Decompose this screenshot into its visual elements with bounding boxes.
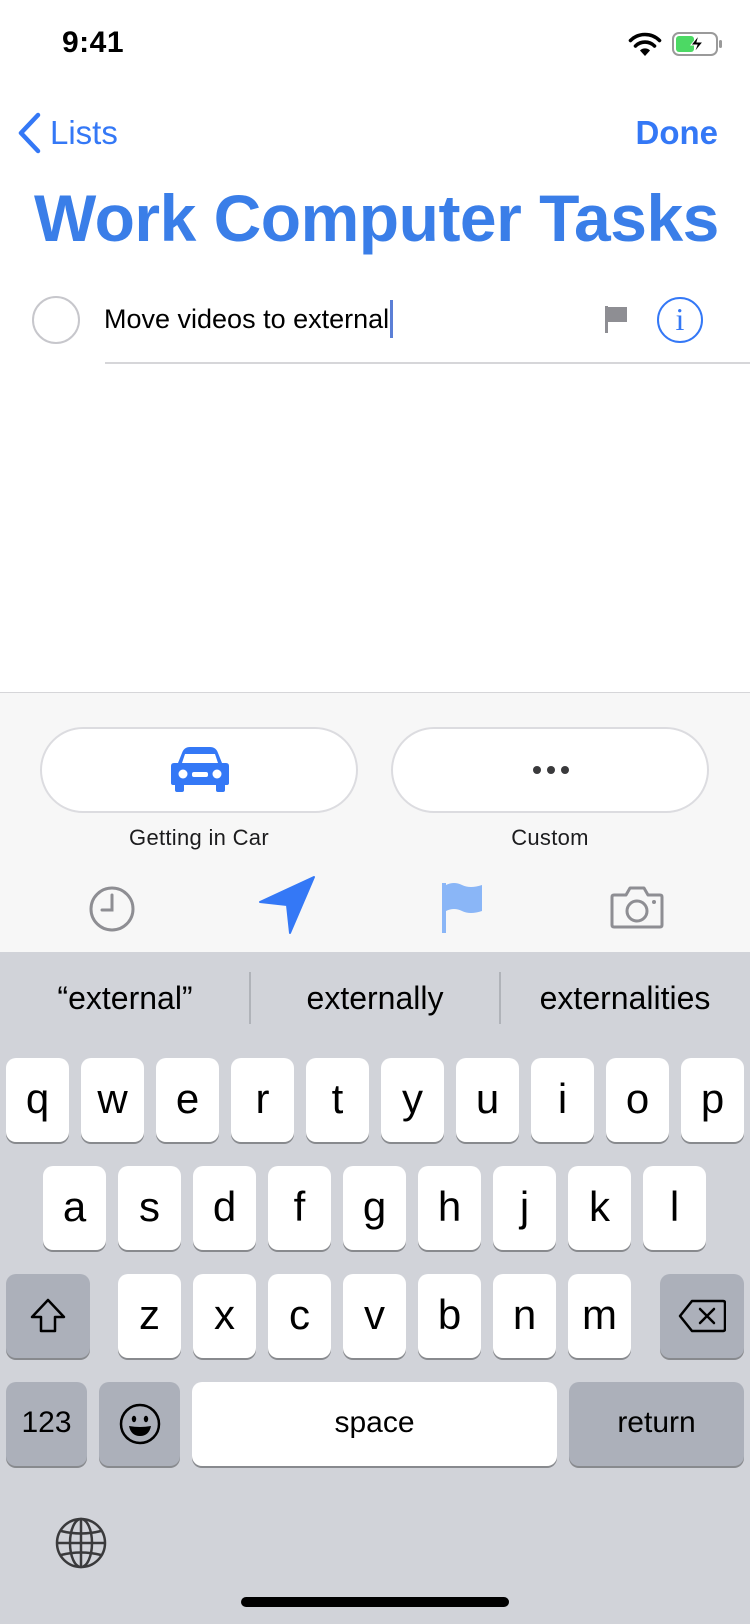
key-l[interactable]: l [643,1166,706,1250]
reminder-row: Move videos to external i [0,282,750,362]
quick-actions-panel: Getting in Car Custom [0,692,750,952]
key-r[interactable]: r [231,1058,294,1142]
key-i[interactable]: i [531,1058,594,1142]
status-time: 9:41 [62,26,125,59]
key-k[interactable]: k [568,1166,631,1250]
clock-icon[interactable] [88,885,136,933]
page-title: Work Computer Tasks [34,181,719,255]
globe-icon[interactable] [54,1516,108,1570]
key-u[interactable]: u [456,1058,519,1142]
emoji-icon [119,1403,160,1445]
key-y[interactable]: y [381,1058,444,1142]
back-button[interactable]: Lists [16,108,118,158]
getting-in-car-label: Getting in Car [129,825,269,850]
key-o[interactable]: o [606,1058,669,1142]
key-h[interactable]: h [418,1166,481,1250]
reminder-text-field[interactable]: Move videos to external [104,300,394,338]
home-indicator[interactable] [241,1597,509,1607]
key-v[interactable]: v [343,1274,406,1358]
key-t[interactable]: t [306,1058,369,1142]
delete-icon [678,1299,727,1333]
key-q[interactable]: q [6,1058,69,1142]
delete-key[interactable] [660,1274,744,1358]
key-x[interactable]: x [193,1274,256,1358]
numbers-key[interactable]: 123 [6,1382,87,1466]
location-arrow-icon[interactable] [258,875,318,935]
key-e[interactable]: e [156,1058,219,1142]
key-p[interactable]: p [681,1058,744,1142]
done-button[interactable]: Done [636,108,719,158]
completion-checkbox[interactable] [32,296,80,344]
custom-label: Custom [511,825,589,850]
car-icon [171,747,229,792]
camera-icon[interactable] [610,883,664,929]
prediction-3[interactable]: externalities [500,952,750,1044]
getting-in-car-button[interactable] [40,727,358,813]
key-d[interactable]: d [193,1166,256,1250]
key-m[interactable]: m [568,1274,631,1358]
key-c[interactable]: c [268,1274,331,1358]
key-n[interactable]: n [493,1274,556,1358]
back-label: Lists [50,114,118,151]
key-g[interactable]: g [343,1166,406,1250]
more-icon [533,766,569,774]
status-bar: 9:41 [0,0,750,90]
row-divider [105,362,750,364]
custom-button[interactable] [391,727,709,813]
key-z[interactable]: z [118,1274,181,1358]
key-s[interactable]: s [118,1166,181,1250]
text-cursor [390,300,394,338]
flag-icon[interactable] [603,304,629,334]
key-a[interactable]: a [43,1166,106,1250]
flag-icon[interactable] [440,881,486,933]
reminder-text: Move videos to external [104,303,390,334]
key-w[interactable]: w [81,1058,144,1142]
chevron-left-icon [18,112,41,154]
prediction-2[interactable]: externally [250,952,500,1044]
predictive-bar: “external” externally externalities [0,952,750,1044]
wifi-icon [628,32,662,56]
return-key[interactable]: return [569,1382,744,1466]
shift-key[interactable] [6,1274,90,1358]
key-b[interactable]: b [418,1274,481,1358]
key-j[interactable]: j [493,1166,556,1250]
info-button[interactable]: i [657,297,703,343]
battery-icon [672,32,722,56]
shift-icon [30,1298,66,1333]
key-f[interactable]: f [268,1166,331,1250]
prediction-1[interactable]: “external” [0,952,250,1044]
emoji-key[interactable] [99,1382,180,1466]
space-key[interactable]: space [192,1382,557,1466]
